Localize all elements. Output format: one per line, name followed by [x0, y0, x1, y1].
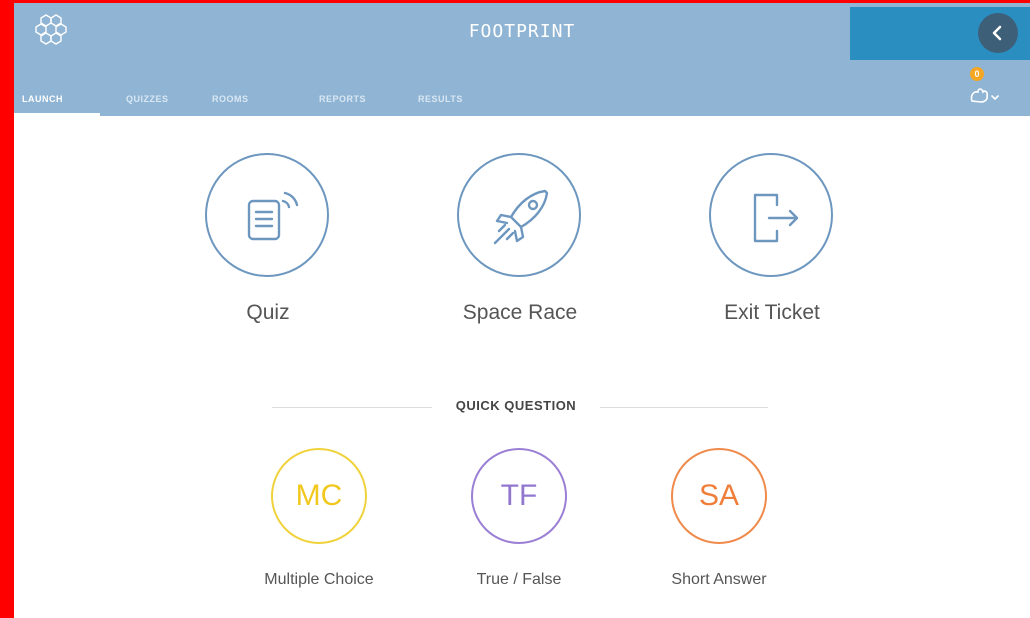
launch-quiz-circle: [205, 153, 329, 277]
rocket-icon: [493, 189, 549, 245]
quick-tf-circle: TF: [471, 448, 567, 544]
chevron-left-icon: [992, 25, 1002, 41]
quick-question-title: QUICK QUESTION: [455, 398, 577, 413]
quick-mc-button[interactable]: MC Multiple Choice: [244, 448, 394, 598]
launch-space-race-label: Space Race: [462, 301, 578, 324]
divider-right: [600, 407, 768, 408]
quick-mc-label: Multiple Choice: [264, 571, 374, 588]
tab-reports[interactable]: REPORTS: [319, 89, 366, 116]
quick-tf-button[interactable]: TF True / False: [444, 448, 594, 598]
launch-quiz-label: Quiz: [246, 301, 290, 324]
launch-quiz-button[interactable]: Quiz: [188, 153, 348, 333]
tab-results[interactable]: RESULTS: [418, 89, 463, 116]
app-frame: FOOTPRINT LAUNCH QUIZZES ROOMS REPORTS R…: [14, 3, 1030, 618]
active-tab-indicator: [14, 113, 100, 116]
chevron-down-icon: [991, 95, 999, 101]
tab-quizzes[interactable]: QUIZZES: [126, 89, 169, 116]
back-button[interactable]: [978, 13, 1018, 53]
quick-sa-circle: SA: [671, 448, 767, 544]
quick-tf-label: True / False: [476, 571, 562, 588]
top-bar: FOOTPRINT LAUNCH QUIZZES ROOMS REPORTS R…: [14, 3, 1030, 116]
divider-left: [272, 407, 432, 408]
launch-exit-ticket-button[interactable]: Exit Ticket: [692, 153, 852, 333]
notification-badge: 0: [970, 67, 984, 81]
tab-launch[interactable]: LAUNCH: [22, 89, 63, 116]
launch-space-race-button[interactable]: Space Race: [440, 153, 600, 333]
tab-rooms[interactable]: ROOMS: [212, 89, 249, 116]
main-tabs: LAUNCH QUIZZES ROOMS REPORTS RESULTS: [14, 89, 614, 116]
launch-exit-ticket-circle: [709, 153, 833, 277]
exit-door-icon: [753, 193, 799, 243]
quick-mc-circle: MC: [271, 448, 367, 544]
launch-exit-ticket-label: Exit Ticket: [724, 301, 820, 324]
document-broadcast-icon: [247, 191, 299, 241]
quick-sa-label: Short Answer: [671, 571, 767, 588]
quick-sa-button[interactable]: SA Short Answer: [644, 448, 794, 598]
launch-space-race-circle: [457, 153, 581, 277]
